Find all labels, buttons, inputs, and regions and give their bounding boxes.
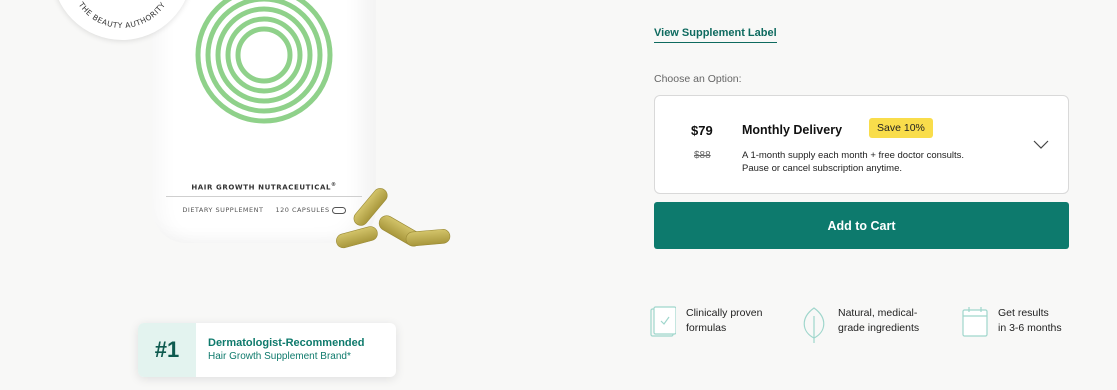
feature-list: Clinically proven formulas Natural, medi… — [650, 306, 1090, 346]
bottle-ring-logo — [195, 0, 333, 124]
feature-text: Clinically proven formulas — [686, 306, 762, 336]
discount-badge: Save 10% — [869, 118, 933, 138]
feature-line2: in 3-6 months — [998, 322, 1062, 334]
feature-natural-ingredients: Natural, medical- grade ingredients — [800, 306, 919, 344]
option-plan-name: Monthly Delivery — [742, 123, 843, 137]
feature-line2: grade ingredients — [838, 322, 920, 334]
checklist-icon — [650, 306, 676, 337]
feature-line1: Clinically proven — [686, 307, 763, 319]
seal-text: THE BEAUTY AUTHORITY — [76, 0, 167, 30]
bottle-type: DIETARY SUPPLEMENT — [182, 206, 264, 214]
product-showcase: HAIR GROWTH NUTRACEUTICAL® DIETARY SUPPL… — [0, 0, 620, 390]
badge-rank: #1 — [138, 323, 196, 377]
option-description: A 1-month supply each month + free docto… — [742, 149, 1002, 175]
feature-line1: Get results — [998, 307, 1049, 319]
option-description-line2: Pause or cancel subscription anytime. — [742, 163, 902, 174]
badge-title: Dermatologist-Recommended — [208, 337, 365, 349]
add-to-cart-button[interactable]: Add to Cart — [654, 202, 1069, 249]
feature-line1: Natural, medical- — [838, 307, 918, 319]
leaf-icon — [803, 307, 825, 343]
calendar-icon — [962, 307, 988, 337]
feature-get-results: Get results in 3-6 months — [962, 306, 1062, 338]
badge-subtitle: Hair Growth Supplement Brand* — [208, 351, 351, 362]
feature-text: Natural, medical- grade ingredients — [838, 306, 919, 336]
option-original-price: $88 — [694, 150, 711, 161]
feature-clinically-proven: Clinically proven formulas — [650, 306, 762, 338]
option-description-line1: A 1-month supply each month + free docto… — [742, 150, 965, 161]
option-price: $79 — [691, 123, 713, 138]
beauty-authority-seal: THE BEAUTY AUTHORITY — [52, 0, 192, 40]
subscription-option-dropdown[interactable]: $79 $88 Monthly Delivery Save 10% A 1-mo… — [654, 95, 1069, 194]
badge-text: Dermatologist-Recommended Hair Growth Su… — [196, 336, 364, 364]
view-supplement-label-link[interactable]: View Supplement Label — [654, 27, 777, 43]
seal-graphic: THE BEAUTY AUTHORITY — [76, 0, 167, 30]
chevron-down-icon[interactable] — [1033, 140, 1049, 150]
capsule-pills-image — [336, 188, 451, 249]
feature-text: Get results in 3-6 months — [998, 306, 1062, 336]
dermatologist-badge: #1 Dermatologist-Recommended Hair Growth… — [138, 323, 396, 377]
option-heading: Choose an Option: — [654, 73, 742, 85]
feature-line2: formulas — [686, 322, 727, 334]
